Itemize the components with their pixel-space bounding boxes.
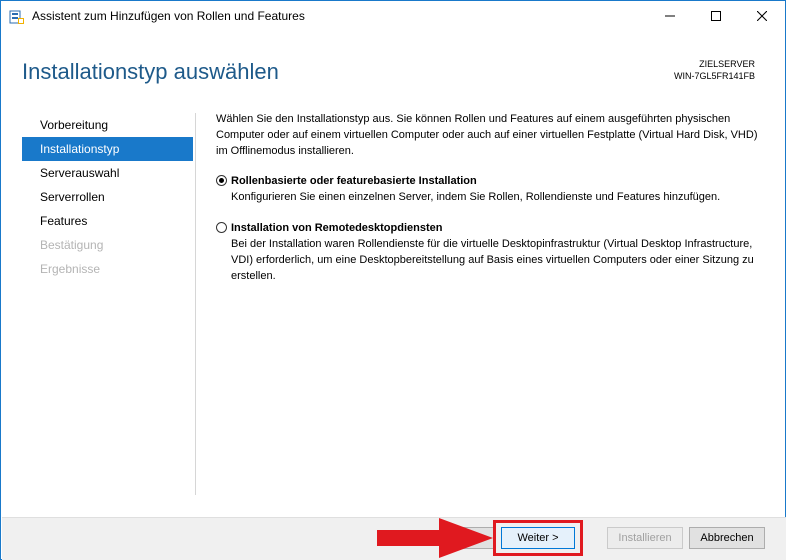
nav-item-vorbereitung[interactable]: Vorbereitung [22, 113, 193, 137]
install-button: Installieren [607, 527, 683, 549]
wizard-window: Assistent zum Hinzufügen von Rollen und … [0, 0, 786, 560]
option-role-based[interactable]: Rollenbasierte oder featurebasierte Inst… [216, 173, 766, 205]
target-server-name: WIN-7GL5FR141FB [673, 71, 755, 81]
window-title: Assistent zum Hinzufügen von Rollen und … [32, 9, 305, 23]
radio-role-based[interactable] [216, 175, 227, 186]
option-remote-desktop-description: Bei der Installation waren Rollendienste… [231, 238, 754, 282]
target-server: ZIELSERVER WIN-7GL5FR141FB [674, 58, 755, 82]
intro-text: Wählen Sie den Installationstyp aus. Sie… [216, 113, 758, 157]
cancel-button[interactable]: Abbrechen [689, 527, 765, 549]
option-role-based-title: Rollenbasierte oder featurebasierte Inst… [231, 175, 477, 187]
nav-item-features[interactable]: Features [22, 209, 193, 233]
content-panel: Wählen Sie den Installationstyp aus. Sie… [216, 111, 766, 284]
annotation-arrow-icon [377, 518, 493, 558]
close-button[interactable] [739, 1, 785, 31]
page-title: Installationstyp auswählen [22, 59, 279, 84]
maximize-icon [711, 11, 721, 21]
option-remote-desktop-title: Installation von Remotedesktopdiensten [231, 222, 443, 234]
nav-item-installationstyp[interactable]: Installationstyp [22, 137, 193, 161]
nav-item-ergebnisse: Ergebnisse [40, 262, 101, 276]
annotation-highlight-box [493, 520, 583, 556]
nav-item-serverauswahl[interactable]: Serverauswahl [22, 161, 193, 185]
server-manager-icon [9, 9, 25, 25]
nav-item-serverrollen[interactable]: Serverrollen [22, 185, 193, 209]
wizard-nav: Vorbereitung Installationstyp Serverausw… [22, 113, 193, 281]
radio-remote-desktop[interactable] [216, 222, 227, 233]
minimize-icon [665, 15, 675, 17]
title-bar[interactable]: Assistent zum Hinzufügen von Rollen und … [1, 1, 785, 32]
option-remote-desktop[interactable]: Installation von Remotedesktopdiensten B… [216, 220, 766, 284]
close-icon [757, 11, 767, 21]
option-role-based-description: Konfigurieren Sie einen einzelnen Server… [231, 191, 721, 203]
nav-separator [195, 113, 196, 495]
nav-item-bestaetigung: Bestätigung [40, 238, 104, 252]
maximize-button[interactable] [693, 1, 739, 31]
target-server-label: ZIELSERVER [699, 59, 755, 69]
minimize-button[interactable] [647, 1, 693, 31]
